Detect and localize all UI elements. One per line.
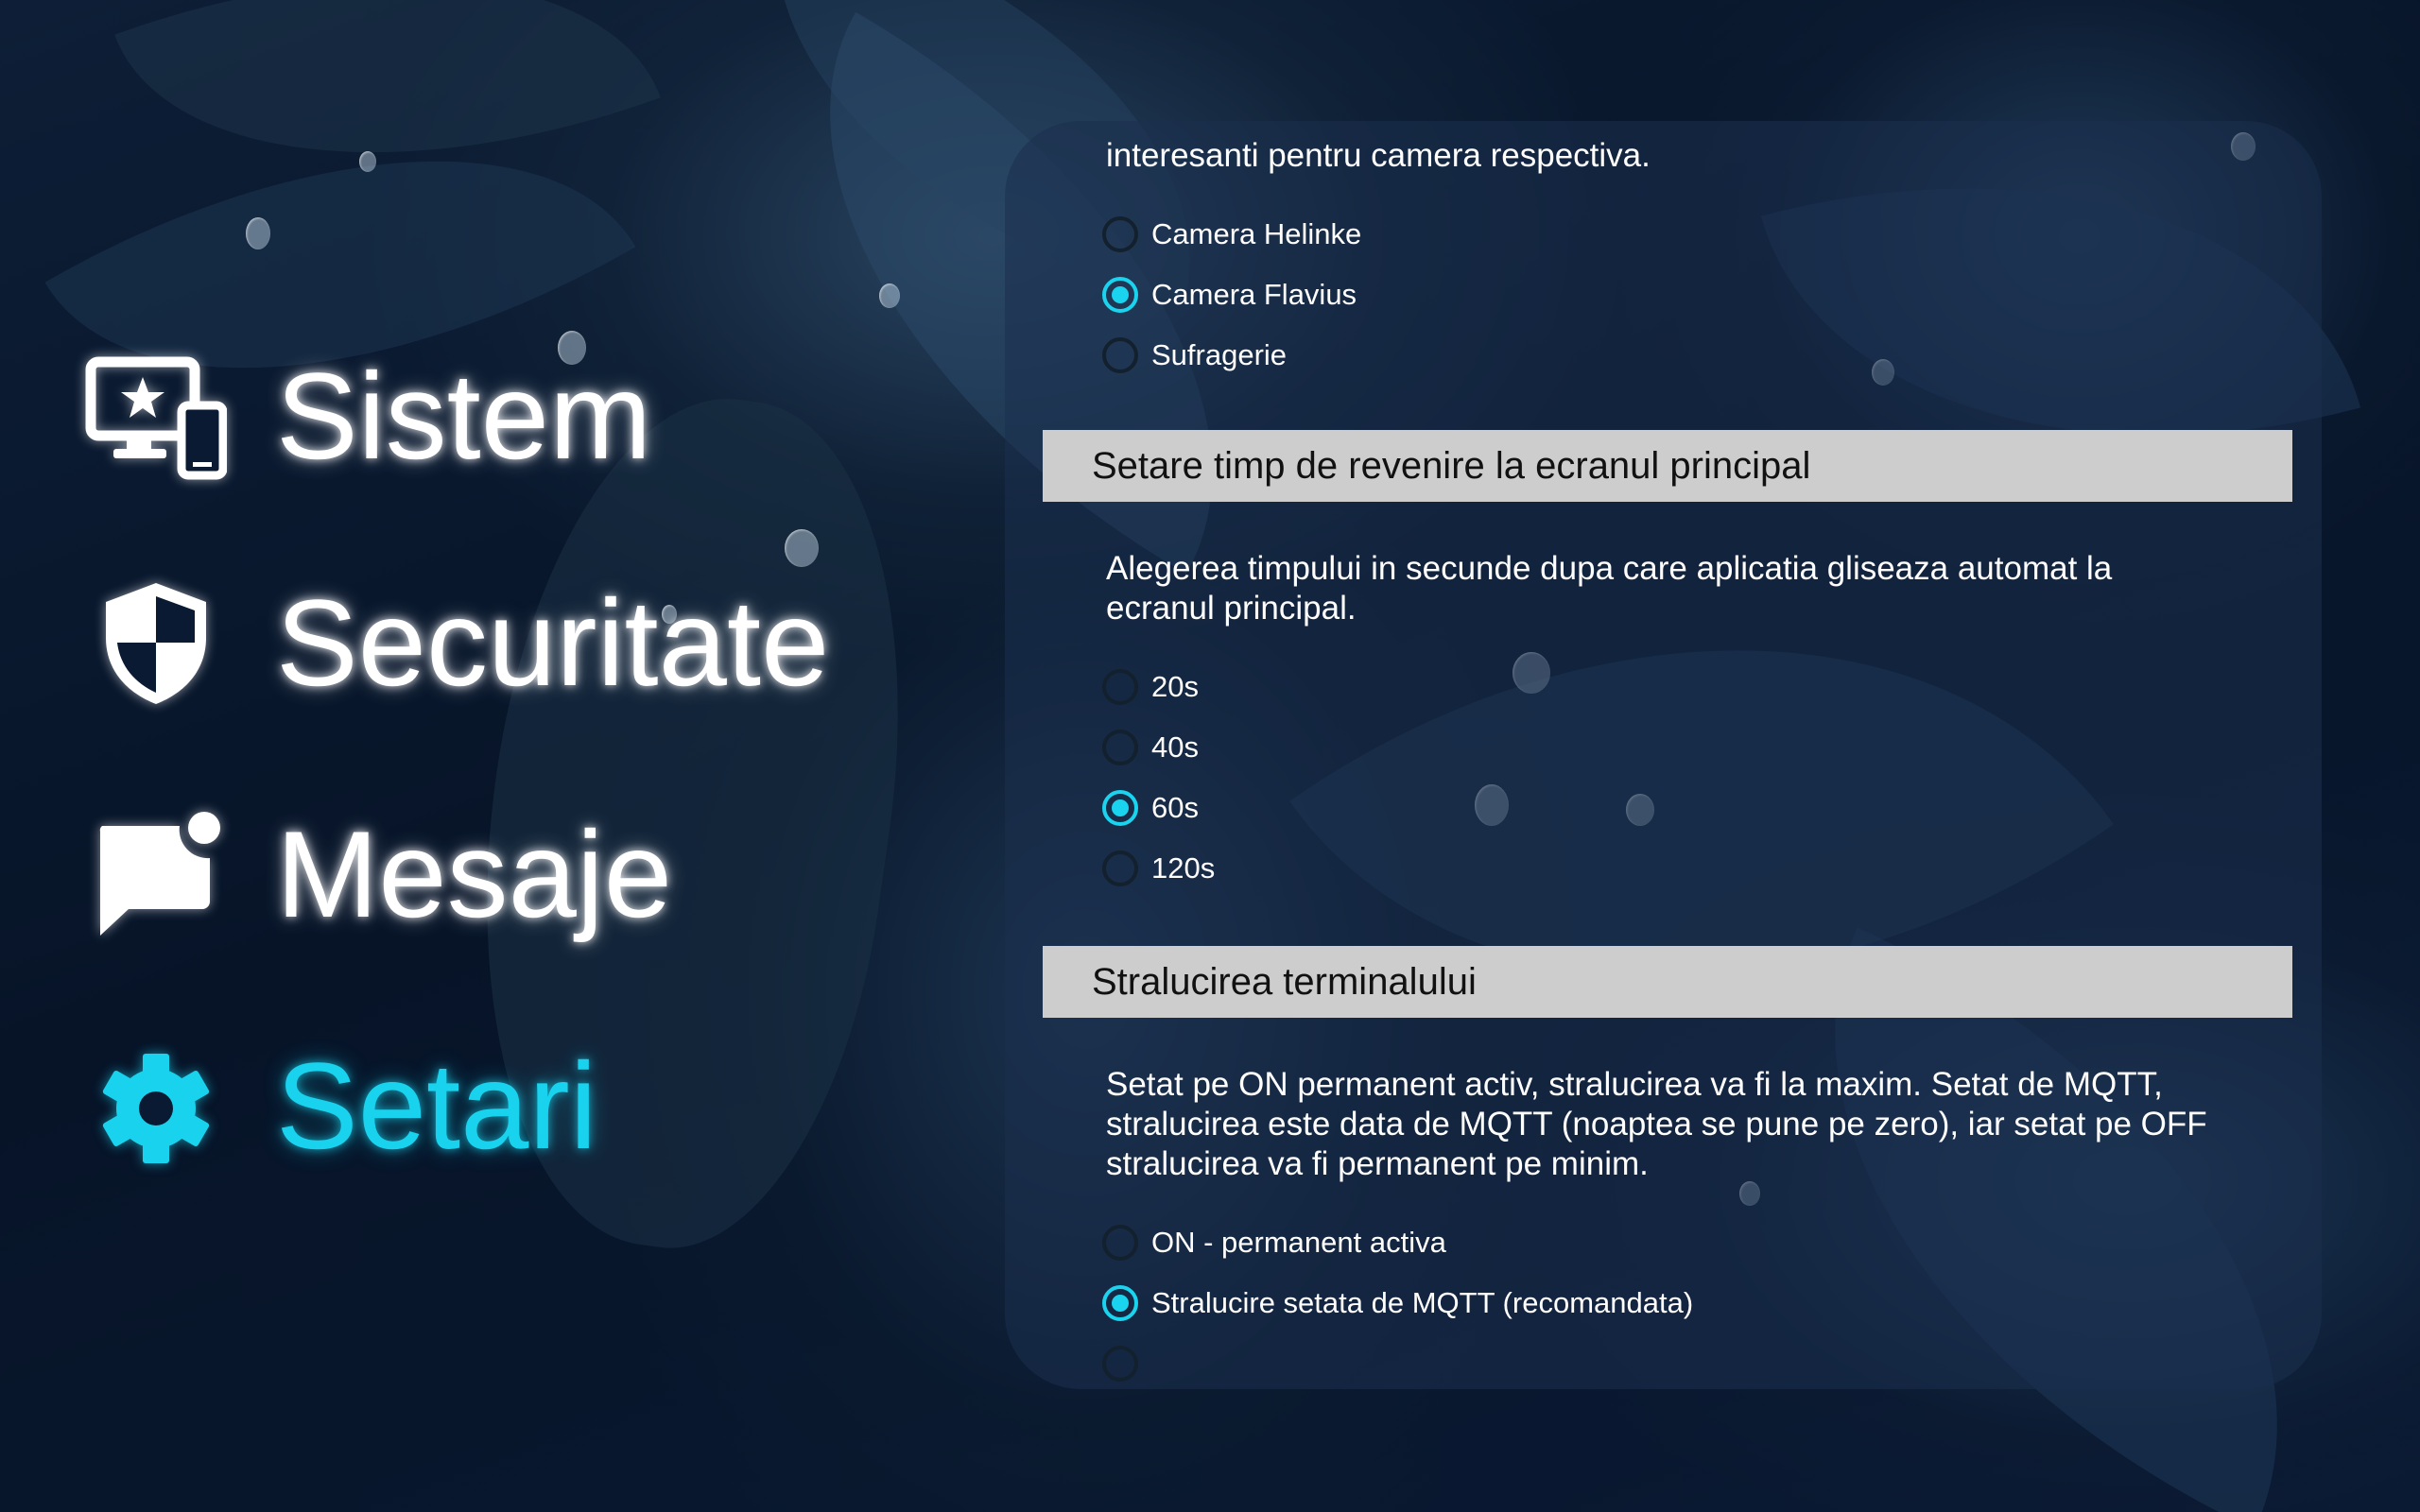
gear-icon (85, 1035, 227, 1177)
monitor-star-devices-icon (85, 345, 227, 487)
radio-button[interactable] (1102, 216, 1138, 252)
return-time-description: Alegerea timpului in secunde dupa care a… (1106, 550, 2113, 627)
nav-item-securitate[interactable]: Securitate (85, 567, 829, 718)
section-header-return-time: Setare timp de revenire la ecranul princ… (1043, 430, 2292, 502)
radio-on-permanent[interactable]: ON - permanent activa (1102, 1212, 2322, 1273)
nav-label-setari: Setari (276, 1037, 597, 1175)
camera-options: Camera Helinke Camera Flavius Sufragerie (1102, 204, 2322, 386)
radio-label: Sufragerie (1151, 338, 1288, 371)
radio-camera-flavius[interactable]: Camera Flavius (1102, 265, 2322, 325)
message-notification-icon (85, 803, 227, 945)
radio-label: 40s (1151, 730, 1199, 764)
radio-label: Camera Helinke (1151, 217, 1362, 250)
radio-label: 20s (1151, 670, 1199, 703)
radio-button[interactable] (1102, 850, 1138, 886)
radio-label: Camera Flavius (1151, 278, 1357, 311)
radio-button[interactable] (1102, 1285, 1138, 1321)
radio-off-partial[interactable] (1102, 1333, 2322, 1389)
nav-item-mesaje[interactable]: Mesaje (85, 799, 672, 950)
radio-sufragerie[interactable]: Sufragerie (1102, 325, 2322, 386)
radio-label: Stralucire setata de MQTT (recomandata) (1151, 1286, 1694, 1319)
radio-camera-helinke[interactable]: Camera Helinke (1102, 204, 2322, 265)
radio-button[interactable] (1102, 277, 1138, 313)
nav-item-sistem[interactable]: Sistem (85, 340, 651, 491)
return-time-options: 20s 40s 60s 120s (1102, 657, 2322, 899)
radio-mqtt-brightness[interactable]: Stralucire setata de MQTT (recomandata) (1102, 1273, 2322, 1333)
radio-60s[interactable]: 60s (1102, 778, 2322, 838)
brightness-options: ON - permanent activa Stralucire setata … (1102, 1212, 2322, 1389)
radio-button[interactable] (1102, 730, 1138, 765)
nav-item-setari[interactable]: Setari (85, 1030, 597, 1181)
radio-button[interactable] (1102, 1225, 1138, 1261)
radio-button[interactable] (1102, 1346, 1138, 1382)
settings-scroll-content: interesanti pentru camera respectiva. Ca… (1005, 121, 2322, 1389)
radio-label: 60s (1151, 791, 1199, 824)
brightness-description: Setat pe ON permanent activ, stralucirea… (1106, 1066, 2207, 1182)
camera-description: interesanti pentru camera respectiva. (1106, 137, 1651, 174)
radio-label: ON - permanent activa (1151, 1226, 1446, 1259)
shield-icon (85, 572, 227, 713)
nav-label-sistem: Sistem (276, 347, 652, 485)
radio-button[interactable] (1102, 790, 1138, 826)
radio-20s[interactable]: 20s (1102, 657, 2322, 717)
settings-panel[interactable]: interesanti pentru camera respectiva. Ca… (1005, 121, 2322, 1389)
main-navigation: Sistem Securitate Mesaje Setari (0, 0, 945, 1512)
radio-button[interactable] (1102, 337, 1138, 373)
section-header-brightness: Stralucirea terminalului (1043, 946, 2292, 1018)
nav-label-securitate: Securitate (276, 574, 830, 712)
radio-button[interactable] (1102, 669, 1138, 705)
radio-label: 120s (1151, 851, 1216, 885)
nav-label-mesaje: Mesaje (276, 805, 673, 943)
radio-120s[interactable]: 120s (1102, 838, 2322, 899)
radio-40s[interactable]: 40s (1102, 717, 2322, 778)
